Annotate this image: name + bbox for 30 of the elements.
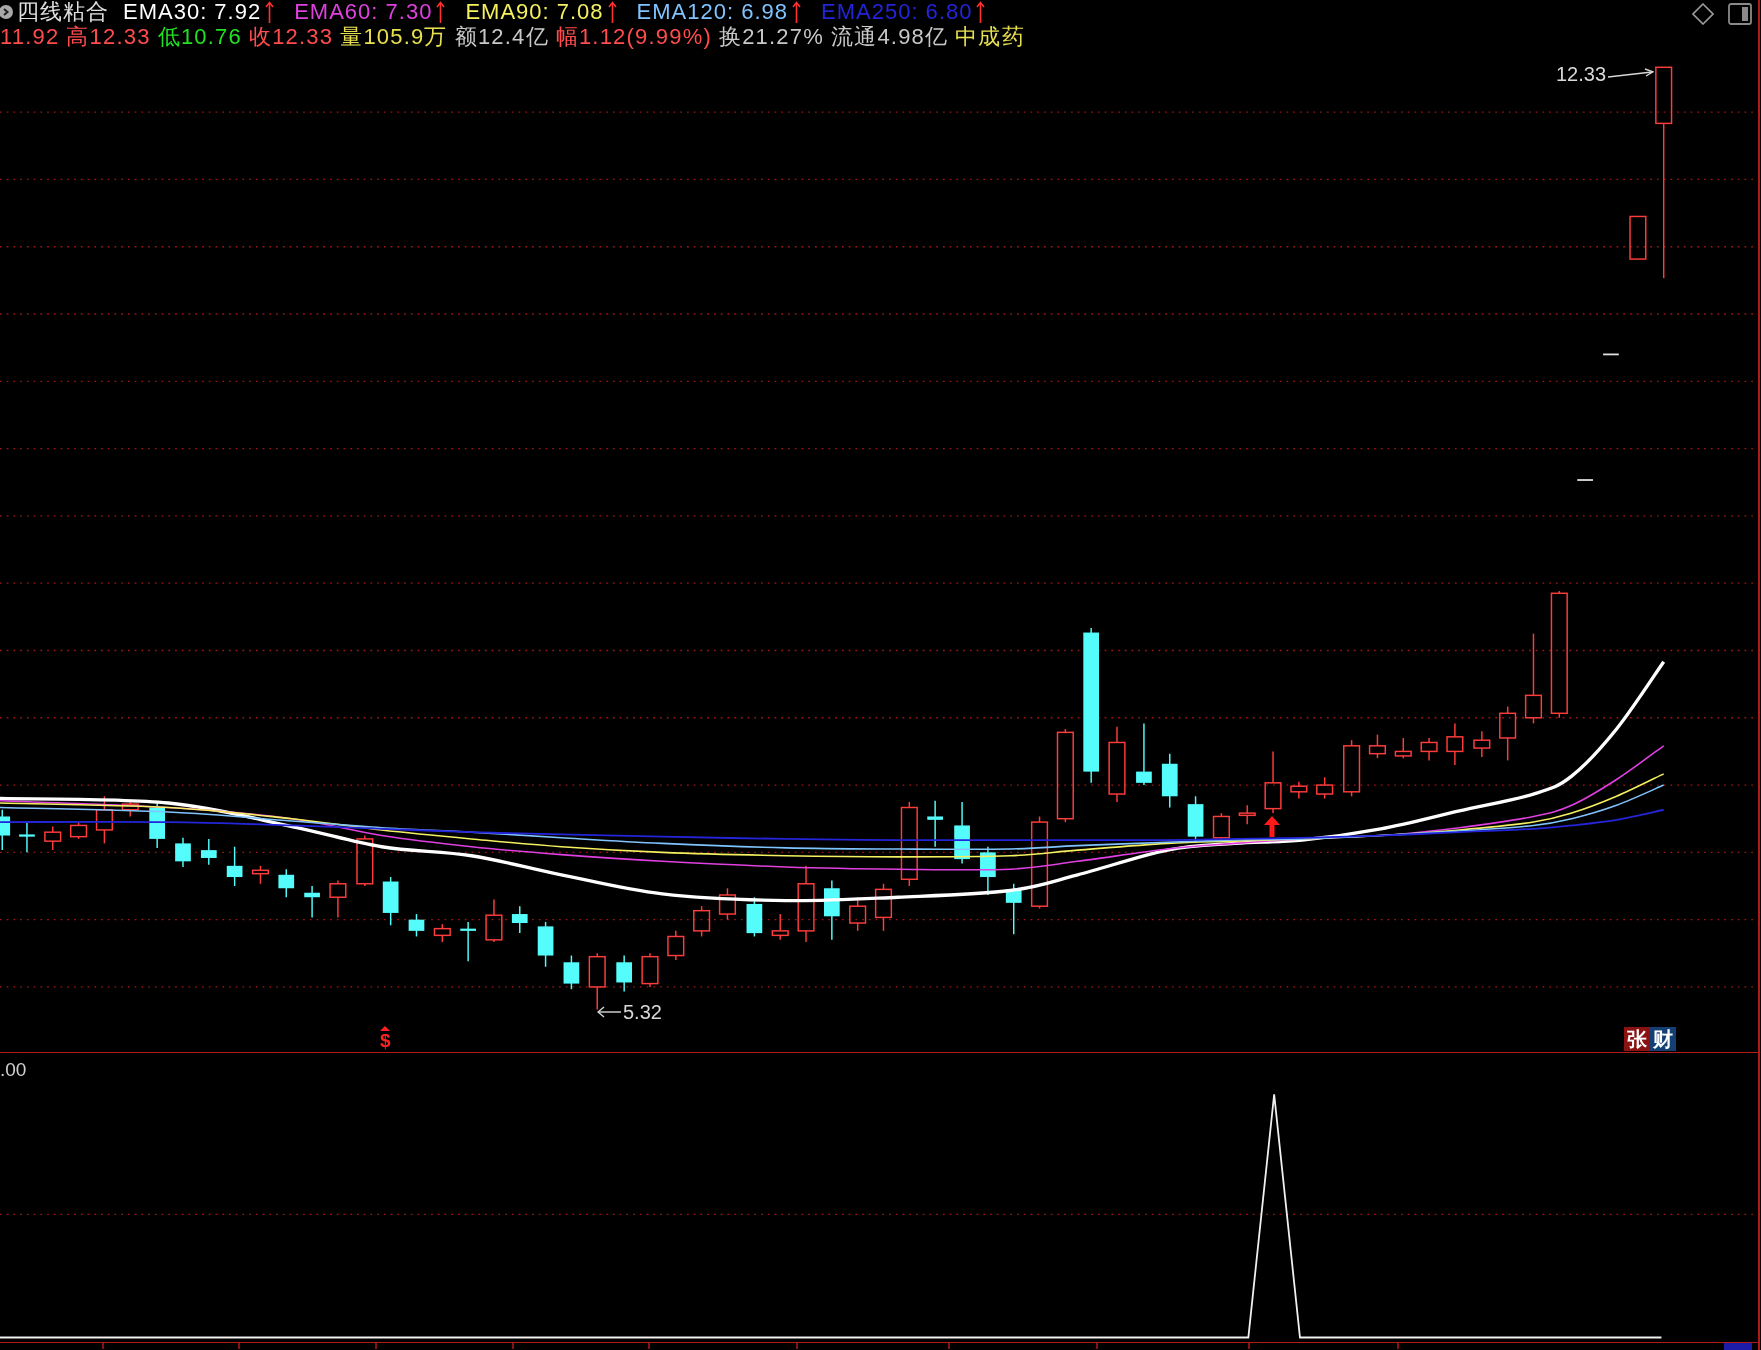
tag-label: 财 xyxy=(1650,1027,1676,1051)
tag-label: 张 xyxy=(1624,1027,1650,1051)
quote-value: 换21.27% xyxy=(719,26,824,48)
quote-value: 低10.76 xyxy=(157,26,242,48)
split-square-icon[interactable] xyxy=(1728,3,1752,25)
indicator-title: 四线粘合 xyxy=(17,1,109,23)
quote-value: 量105.9万 xyxy=(340,26,448,48)
ema-value: EMA90: 7.08 xyxy=(465,1,604,23)
arrow-icon xyxy=(1608,68,1655,80)
up-arrow-icon xyxy=(1264,816,1280,837)
diamond-icon[interactable] xyxy=(1692,3,1714,25)
low-price-label: 5.32 xyxy=(623,1002,662,1022)
ema-value: EMA250: 6.80 xyxy=(821,1,973,23)
quote-value: 收12.33 xyxy=(248,26,334,48)
chevron-circle-icon[interactable] xyxy=(0,5,13,19)
ema-value: EMA120: 6.98 xyxy=(636,1,788,23)
caret-up-icon xyxy=(380,1026,391,1031)
high-price-label: 12.33 xyxy=(1556,64,1607,84)
scale-label: .00 xyxy=(0,1060,27,1079)
quote-value: 中成药 xyxy=(955,26,1025,48)
left-arrow-icon xyxy=(597,1006,621,1018)
quote-value: 流通4.98亿 xyxy=(831,26,949,48)
signal-mark: $ xyxy=(380,1031,391,1050)
quote-value: 幅1.12(9.99%) xyxy=(555,26,712,48)
quote-value: 11.92 xyxy=(0,26,60,48)
scroll-thumb[interactable] xyxy=(1724,1343,1752,1350)
quote-value: 高12.33 xyxy=(66,26,151,48)
ema-value: EMA60: 7.30 xyxy=(294,1,433,23)
ema-value: EMA30: 7.92 xyxy=(123,1,262,23)
quote-value: 额12.4亿 xyxy=(454,26,549,48)
